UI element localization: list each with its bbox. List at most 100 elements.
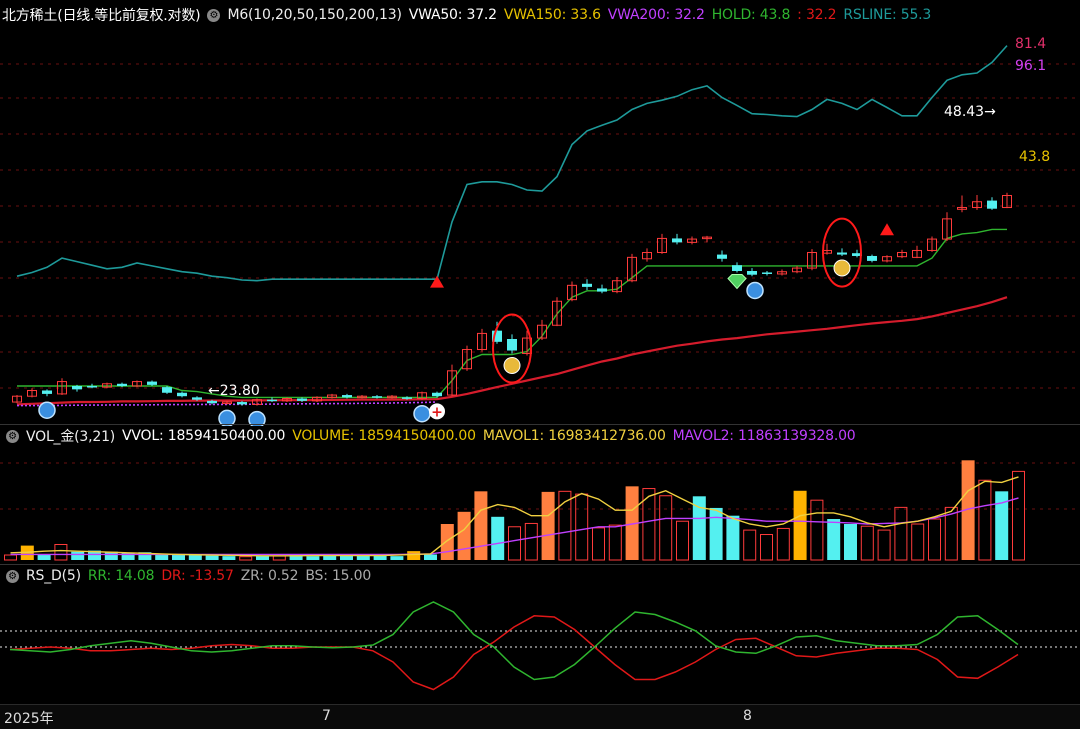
zr-value: ZR: 0.52 <box>240 568 299 584</box>
volume-bar <box>407 551 421 560</box>
volume-bar-up <box>911 523 925 561</box>
rs-indicator-name[interactable]: RS_D(5) <box>26 568 81 584</box>
volume-panel-header: ⚙ VOL_金(3,21) VVOL: 18594150400.00 VOLUM… <box>0 424 1080 447</box>
volume-chart[interactable] <box>0 447 1080 563</box>
rsline-series <box>16 45 1008 282</box>
volume-bar-up <box>894 506 908 561</box>
hold-value: HOLD: 43.8 <box>711 7 791 23</box>
candle-body-down <box>672 238 682 243</box>
hold2-value: : 32.2 <box>797 7 837 23</box>
arrow-left-icon: ← <box>208 383 220 399</box>
candle-body-down <box>717 254 727 259</box>
gear-icon[interactable]: ⚙ <box>207 8 221 22</box>
volume-bar-up <box>608 524 622 561</box>
volume-bar-up <box>54 543 68 561</box>
volume-bar-up <box>272 555 286 561</box>
mavol1-series <box>10 476 1019 557</box>
volume-bar <box>827 519 841 560</box>
volume-bar-up <box>676 520 689 561</box>
chart-title: 北方稀土(日线.等比前复权.对数) <box>2 8 201 24</box>
candle-body-down <box>42 390 52 394</box>
volume-bar <box>188 555 202 560</box>
arrow-right-icon: → <box>984 104 996 120</box>
high-price-value: 48.43 <box>944 104 985 120</box>
candle-body-down <box>297 398 307 401</box>
volume-bar <box>709 507 723 560</box>
volume-bar <box>440 524 454 560</box>
volume-bar <box>491 516 505 560</box>
vwa150-value: VWA150: 33.6 <box>503 7 601 23</box>
candle-body-down <box>192 397 202 400</box>
candle-body-down <box>867 255 877 261</box>
candle-body-down <box>72 385 82 390</box>
volume-bar <box>306 556 320 560</box>
price-label-hold: 43.8 <box>1019 149 1051 165</box>
volume-bar-up <box>776 527 790 561</box>
rsline-value: RSLINE: 55.3 <box>843 7 932 23</box>
volume-bar-up <box>4 554 17 561</box>
volume-bar <box>222 556 236 560</box>
gear-icon[interactable]: ⚙ <box>6 429 19 443</box>
volume-bar <box>541 491 555 560</box>
volume-bar <box>37 555 51 560</box>
candle-body-down <box>837 252 847 255</box>
candle-body-down <box>117 383 127 386</box>
volume-bar <box>726 515 740 560</box>
price-chart[interactable]: + <box>0 26 1080 426</box>
volume-bar-up <box>877 529 891 561</box>
volume-value: VOLUME: 18594150400.00 <box>292 428 476 444</box>
gear-icon[interactable]: ⚙ <box>6 569 19 583</box>
vvol-value: VVOL: 18594150400.00 <box>122 428 286 444</box>
bs-value: BS: 15.00 <box>305 568 372 584</box>
volume-bar <box>256 556 269 560</box>
diamond-icon <box>727 273 747 290</box>
candle-body-down <box>267 399 277 402</box>
mavol1-value: MAVOL1: 16983412736.00 <box>482 428 666 444</box>
candle-body-down <box>87 385 97 388</box>
volume-bar-up <box>575 493 589 561</box>
red-triangle-icon <box>880 223 894 236</box>
candle-body-down <box>177 392 187 397</box>
rr-series <box>9 601 1019 681</box>
volume-indicator-name[interactable]: VOL_金(3,21) <box>26 426 115 446</box>
volume-bar <box>474 491 488 560</box>
price-label-second: 96.1 <box>1015 58 1047 74</box>
volume-bar-up <box>1012 470 1025 561</box>
money-bag-icon <box>503 356 521 374</box>
volume-bar-up <box>524 522 538 561</box>
dr-value: DR: -13.57 <box>161 568 234 584</box>
candle-body-down <box>402 397 412 399</box>
blue-ball-icon <box>413 404 431 423</box>
indicator-name[interactable]: M6(10,20,50,150,200,13) <box>227 7 401 23</box>
volume-bar-up <box>659 495 673 561</box>
candle-body-down <box>732 265 742 272</box>
price-label-top: 81.4 <box>1015 36 1047 52</box>
volume-bar <box>844 524 857 560</box>
axis-label-july: 7 <box>322 708 331 724</box>
candle-body-down <box>432 392 442 397</box>
volume-bar <box>424 554 437 560</box>
candle-body-down <box>207 400 217 404</box>
candle-body-down <box>237 402 247 405</box>
volume-bar-up <box>592 527 605 561</box>
mavol2-value: MAVOL2: 11863139328.00 <box>672 428 856 444</box>
candle-body-down <box>162 387 172 393</box>
dr-series <box>9 615 1019 691</box>
red-triangle-icon <box>430 275 444 288</box>
vwa200-value: VWA200: 32.2 <box>607 7 705 23</box>
candle-body-down <box>342 395 352 398</box>
candle-body-down <box>507 338 517 351</box>
volume-bar-up <box>860 525 874 561</box>
volume-bar <box>793 490 807 560</box>
candle-body-down <box>582 283 592 287</box>
volume-bar-up <box>239 556 253 561</box>
axis-label-august: 8 <box>743 708 752 724</box>
main-panel-header: 北方稀土(日线.等比前复权.对数) ⚙ M6(10,20,50,150,200,… <box>0 4 1080 26</box>
low-price-value: 23.80 <box>219 383 260 399</box>
rs-chart[interactable] <box>0 587 1080 703</box>
blue-ball-icon <box>746 281 764 300</box>
volume-bar-up <box>928 518 941 561</box>
volume-bar <box>205 555 219 560</box>
rs-panel-header: ⚙ RS_D(5) RR: 14.08 DR: -13.57 ZR: 0.52 … <box>0 564 1080 587</box>
low-price-mark: ←23.80 <box>208 383 260 399</box>
